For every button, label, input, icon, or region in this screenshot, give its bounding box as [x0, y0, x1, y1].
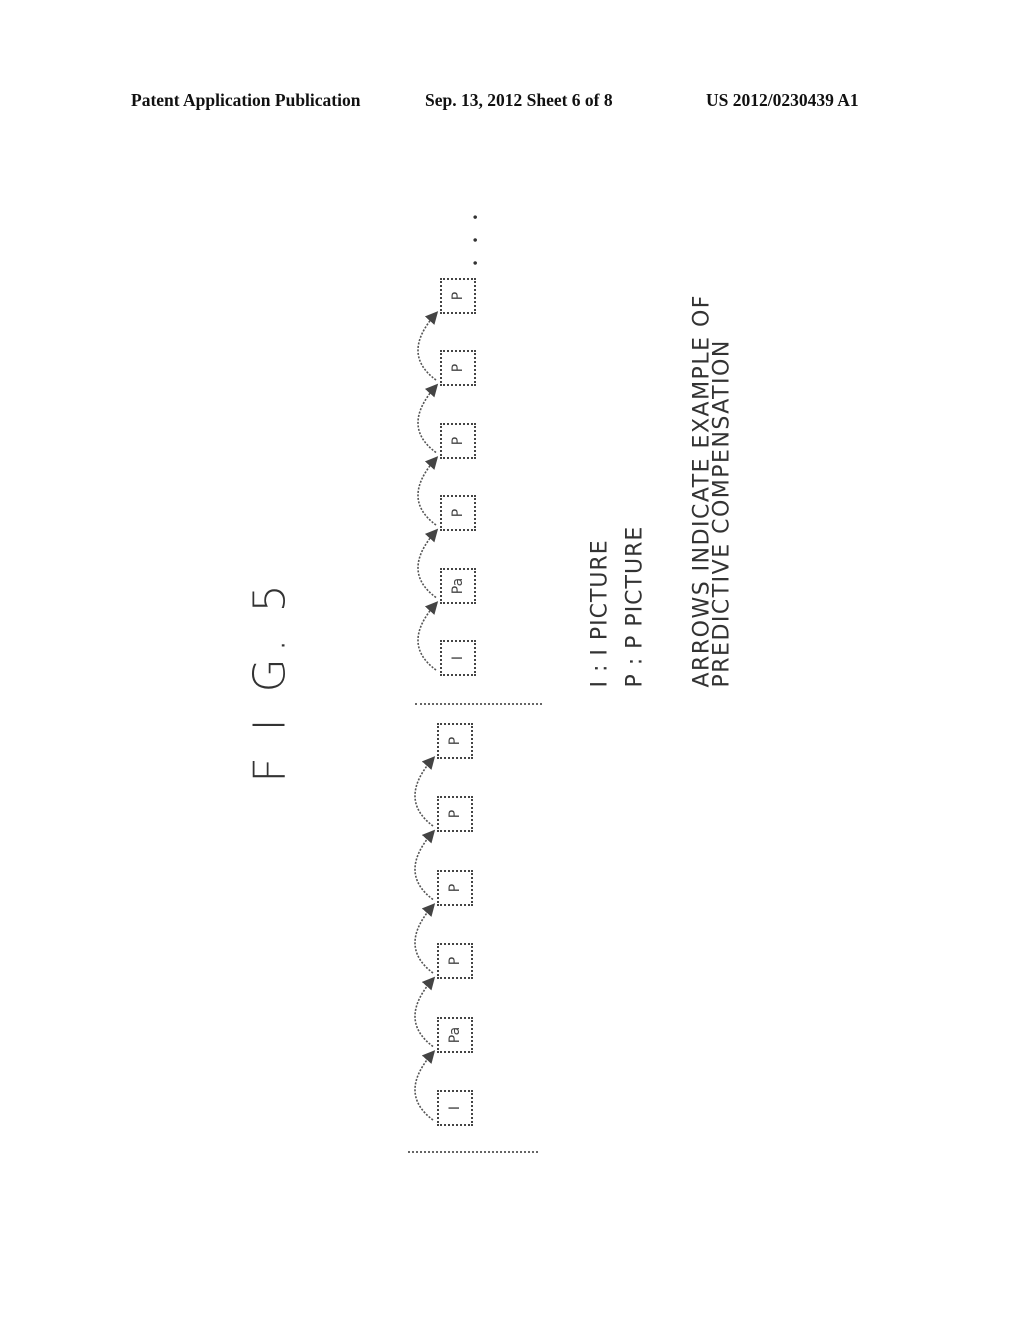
frame-label: P [449, 363, 466, 373]
frame-box-p: P [437, 796, 473, 832]
figure-5: F I G. 5 I Pa P P P P I Pa P P P P • • • I : I PIC… [0, 0, 1024, 1320]
frame-box-p: P [440, 422, 476, 459]
frame-label: I [446, 1105, 463, 1111]
frame-label: P [449, 436, 466, 445]
frame-label: P [449, 508, 466, 518]
frame-box-pa: Pa [440, 567, 476, 604]
frame-label: P [446, 956, 463, 966]
legend-p-picture: P : P PICTURE [622, 525, 648, 688]
prediction-arrow [417, 383, 439, 454]
legend-arrows-line2: PREDICTIVE COMPENSATION [709, 339, 735, 688]
prediction-arrow [414, 756, 436, 827]
frame-box-i: I [437, 1090, 473, 1126]
continuation-dots: • • • [469, 207, 483, 267]
frame-label: I [449, 655, 466, 661]
prediction-arrow [417, 311, 439, 381]
prediction-arrows [414, 311, 439, 1121]
frame-label: P [446, 883, 463, 892]
frame-label: Pa [447, 1026, 463, 1043]
prediction-arrow [417, 601, 439, 671]
frame-box-p: P [437, 869, 473, 906]
frame-box-pa: Pa [437, 1016, 473, 1053]
frame-box-p: P [437, 943, 473, 979]
frame-box-p: P [440, 495, 476, 531]
prediction-arrow [417, 528, 439, 599]
legend-i-picture: I : I PICTURE [587, 539, 613, 688]
prediction-arrow [414, 903, 436, 974]
frame-box-p: P [440, 350, 476, 386]
frame-box-i: I [440, 640, 476, 676]
prediction-arrow [417, 456, 439, 526]
frame-box-p: P [440, 277, 476, 314]
prediction-arrow [414, 1050, 436, 1121]
frame-label: Pa [450, 577, 466, 594]
prediction-arrow [414, 976, 436, 1048]
frame-label: P [446, 736, 463, 745]
prediction-arrow [414, 829, 436, 901]
frame-label: P [446, 809, 463, 819]
frame-label: P [449, 291, 466, 300]
frame-box-p: P [437, 722, 473, 759]
